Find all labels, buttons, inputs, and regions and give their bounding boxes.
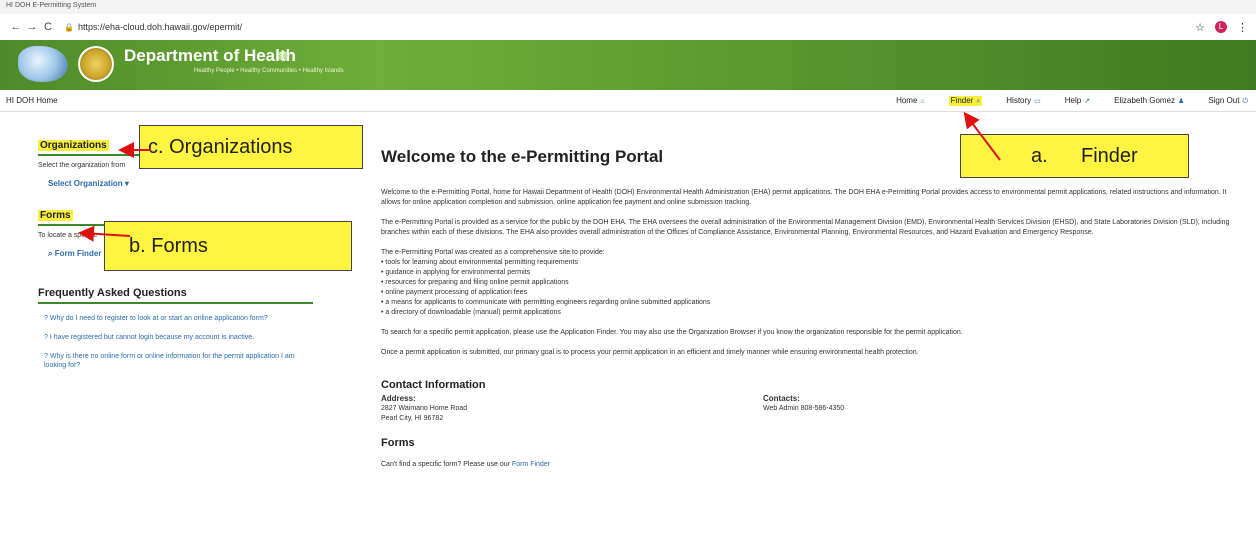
forms-main-heading: Forms — [381, 437, 415, 449]
wave-logo-icon — [18, 46, 68, 82]
menu-user[interactable]: Elizabeth Gomez ♟ — [1114, 96, 1184, 105]
list-item: • a directory of downloadable (manual) p… — [381, 309, 561, 316]
url-text: https://eha-cloud.doh.hawaii.gov/epermit… — [77, 22, 243, 32]
forms-heading: Forms — [38, 210, 73, 221]
state-seal-icon — [78, 46, 114, 82]
url-field[interactable]: 🔒 https://eha-cloud.doh.hawaii.gov/epermi… — [64, 22, 242, 32]
address-block: Address: 2827 Waimano Home Road Pearl Ci… — [381, 394, 763, 424]
menu-sign-out-label: Sign Out — [1208, 95, 1240, 105]
chevron-down-icon: ▾ — [124, 179, 129, 188]
callout-organizations: c. Organizations — [139, 125, 363, 169]
menu-items: Home ⌂ Finder ⌕ History ▭ Help ↗ Elizabeth G… — [896, 95, 1256, 106]
menu-finder-label: Finder — [950, 95, 974, 105]
forms-main-text: Can't find a specific form? Please use o… — [381, 460, 1241, 470]
callout-forms: b. Forms — [104, 221, 352, 271]
menu-home[interactable]: Home ⌂ — [896, 96, 925, 105]
contacts-block: Contacts: Web Admin 808-586-4350 — [763, 394, 844, 424]
site-banner: Department of Health ❁ Healthy People • … — [0, 40, 1256, 90]
address-label: Address: — [381, 394, 416, 403]
purpose-list: • tools for learning about environmental… — [381, 258, 1241, 318]
user-icon: ♟ — [1178, 98, 1185, 105]
home-icon: ⌂ — [920, 98, 925, 105]
browser-menu-icon[interactable]: ⋮ — [1237, 21, 1248, 34]
address-line: Pearl City, HI 96782 — [381, 415, 444, 422]
faq-item[interactable]: ? Why do I need to register to look at o… — [44, 314, 313, 323]
contacts-line: Web Admin 808-586-4350 — [763, 405, 845, 412]
contact-section: Contact Information Address: 2827 Waiman… — [381, 380, 1241, 424]
hi-doh-home-link[interactable]: HI DOH Home — [6, 96, 58, 105]
main-content: Welcome to the e-Permitting Portal Welco… — [381, 140, 1241, 470]
menu-home-label: Home — [896, 96, 918, 105]
list-item: • a means for applicants to communicate … — [381, 299, 711, 306]
power-icon: ⏻ — [1242, 97, 1248, 105]
form-finder-label: Form Finder — [54, 249, 102, 258]
callout-organizations-label: c. Organizations — [148, 135, 293, 158]
callout-finder: a. Finder — [960, 134, 1189, 178]
menu-history[interactable]: History ▭ — [1006, 96, 1041, 105]
faq-heading: Frequently Asked Questions — [38, 287, 187, 299]
address-line: 2827 Waimano Home Road — [381, 405, 468, 412]
organizations-heading: Organizations — [38, 140, 109, 151]
browser-tabstrip: HI DOH E-Permitting System — [0, 0, 1256, 14]
faq-item[interactable]: ? Why is there no online form or online … — [44, 352, 313, 370]
profile-avatar[interactable]: L — [1215, 21, 1227, 33]
faq-section: Frequently Asked Questions ? Why do I ne… — [38, 287, 313, 370]
search-icon: ⌕ — [48, 249, 53, 258]
select-organization-label: Select Organization — [48, 179, 123, 188]
menu-sign-out[interactable]: Sign Out ⏻ — [1208, 96, 1248, 106]
faq-divider — [38, 302, 313, 304]
list-item: • guidance in applying for environmental… — [381, 269, 531, 276]
flower-logo-icon: ❁ — [277, 48, 289, 64]
back-icon[interactable]: ← — [8, 21, 24, 33]
list-item: • resources for preparing and filing onl… — [381, 279, 569, 286]
reload-icon[interactable]: C — [40, 21, 56, 33]
callout-finder-label: a. Finder — [1031, 144, 1138, 167]
search-icon: ⌕ — [976, 97, 981, 105]
history-icon: ▭ — [1034, 98, 1041, 105]
faq-item[interactable]: ? I have registered but cannot login bec… — [44, 333, 313, 342]
menu-help[interactable]: Help ↗ — [1065, 96, 1090, 105]
forms-main-prompt: Can't find a specific form? Please use o… — [381, 461, 510, 468]
forward-icon[interactable]: → — [24, 21, 40, 33]
forms-main-section: Forms Can't find a specific form? Please… — [381, 438, 1241, 470]
top-menu: HI DOH Home Home ⌂ Finder ⌕ History ▭ Help ↗… — [0, 90, 1256, 112]
menu-finder[interactable]: Finder ⌕ — [948, 95, 983, 106]
service-paragraph: The e-Permitting Portal is provided as a… — [381, 219, 1230, 236]
external-link-icon: ↗ — [1084, 98, 1091, 105]
lock-icon: 🔒 — [64, 23, 74, 32]
search-paragraph: To search for a specific permit applicat… — [381, 329, 963, 336]
callout-forms-label: b. Forms — [129, 234, 208, 257]
menu-help-label: Help — [1064, 96, 1082, 105]
contact-heading: Contact Information — [381, 379, 486, 391]
department-tagline: Healthy People • Healthy Communities • H… — [194, 68, 344, 74]
list-item: • online payment processing of applicati… — [381, 289, 528, 296]
address-bar: ← → C 🔒 https://eha-cloud.doh.hawaii.gov/… — [0, 14, 1256, 40]
intro-paragraph: Welcome to the e-Permitting Portal, home… — [381, 189, 1227, 206]
form-finder-main-link[interactable]: Form Finder — [512, 461, 550, 468]
department-title: Department of Health — [124, 46, 296, 65]
contact-columns: Address: 2827 Waimano Home Road Pearl Ci… — [381, 394, 1241, 424]
bookmark-star-icon[interactable]: ☆ — [1195, 21, 1205, 34]
menu-history-label: History — [1006, 96, 1032, 105]
menu-user-label: Elizabeth Gomez — [1114, 96, 1176, 105]
goal-paragraph: Once a permit application is submitted, … — [381, 349, 919, 356]
tab-title[interactable]: HI DOH E-Permitting System — [6, 2, 96, 9]
list-item: • tools for learning about environmental… — [381, 259, 578, 266]
select-organization-dropdown[interactable]: Select Organization ▾ — [48, 179, 313, 188]
purpose-intro: The e-Permitting Portal was created as a… — [381, 249, 605, 256]
contacts-label: Contacts: — [763, 394, 800, 403]
